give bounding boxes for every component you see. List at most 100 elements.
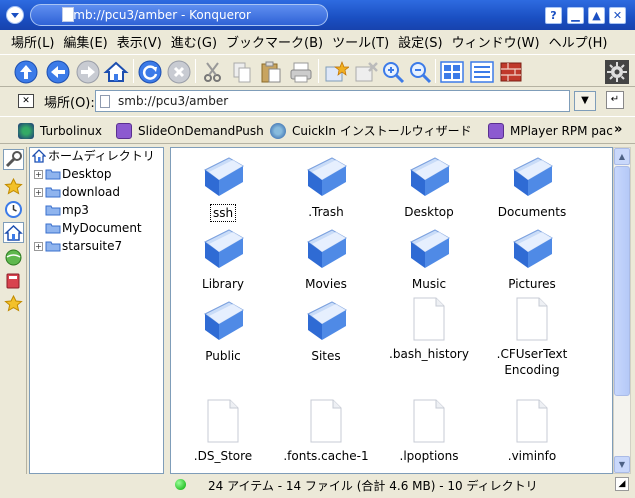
folder-item[interactable]: Pictures <box>482 224 582 292</box>
bookmark-slideondemand[interactable]: SlideOnDemandPush <box>114 120 264 142</box>
bookmark-label: Turbolinux <box>40 124 102 138</box>
copy-icon[interactable] <box>229 59 255 85</box>
menu-window[interactable]: ウィンドウ(W) <box>452 32 540 51</box>
bookmark-turbolinux[interactable]: Turbolinux <box>16 120 102 142</box>
tree-item-label: starsuite7 <box>62 239 123 253</box>
item-label: Music <box>411 277 447 291</box>
menu-help[interactable]: ヘルプ(H) <box>549 32 608 51</box>
reload-icon[interactable] <box>137 59 163 85</box>
location-dropdown-button[interactable]: ▼ <box>574 91 596 111</box>
bookmark-mplayer[interactable]: MPlayer RPM pac <box>486 120 613 142</box>
go-icon[interactable]: ↵ <box>606 91 624 109</box>
folder-item[interactable]: Music <box>379 224 479 292</box>
scrollbar-thumb[interactable] <box>614 166 630 396</box>
zoom-out-icon[interactable] <box>407 59 433 85</box>
new-window-icon[interactable] <box>323 59 349 85</box>
sidebar-history-tab[interactable] <box>3 199 24 220</box>
vertical-scrollbar[interactable]: ▲ ▼ <box>613 147 631 474</box>
menu-edit[interactable]: 編集(E) <box>63 32 107 51</box>
directory-tree: ホームディレクトリ + Desktop + download mp3 MyDoc… <box>29 147 164 474</box>
file-item[interactable]: .DS_Store <box>173 398 273 464</box>
konqueror-gear-icon <box>605 60 629 84</box>
forward-arrow-icon[interactable] <box>75 59 101 85</box>
close-tab-icon[interactable] <box>353 59 379 85</box>
sidebar-tabs <box>0 147 27 474</box>
zoom-in-icon[interactable] <box>380 59 406 85</box>
folder-item[interactable]: ssh <box>173 152 273 222</box>
folder-icon <box>410 157 450 196</box>
sidebar-home-tab[interactable] <box>3 222 24 243</box>
tree-root-label: ホームディレクトリ <box>48 149 155 163</box>
folder-item[interactable]: Documents <box>482 152 582 220</box>
paste-icon[interactable] <box>258 59 284 85</box>
file-item[interactable]: .lpoptions <box>379 398 479 464</box>
minimize-button[interactable]: ▁ <box>567 7 584 24</box>
item-label: Desktop <box>404 205 454 219</box>
item-label: .Trash <box>308 205 344 219</box>
menu-go[interactable]: 進む(G) <box>171 32 217 51</box>
window-menu-icon[interactable] <box>6 6 24 24</box>
help-button[interactable]: ? <box>545 7 562 24</box>
status-text: 24 アイテム - 14 ファイル (合計 4.6 MB) - 10 ディレクト… <box>208 479 538 493</box>
back-arrow-icon[interactable] <box>45 59 71 85</box>
main-toolbar <box>0 54 635 87</box>
close-window-button[interactable]: ✕ <box>609 7 626 24</box>
sidebar-config-tab[interactable] <box>3 149 24 170</box>
menu-bookmarks[interactable]: ブックマーク(B) <box>226 32 323 51</box>
expand-icon[interactable]: + <box>34 188 43 197</box>
tree-item-starsuite7[interactable]: + starsuite7 <box>32 237 122 255</box>
location-input[interactable]: smb://pcu3/amber <box>95 90 570 112</box>
home-icon[interactable] <box>103 59 129 85</box>
tree-item-mydocument[interactable]: MyDocument <box>32 219 142 237</box>
cut-icon[interactable] <box>200 59 226 85</box>
file-item[interactable]: .CFUserTextEncoding <box>482 296 582 378</box>
stop-icon[interactable] <box>166 59 192 85</box>
location-label: 場所(O): <box>44 96 95 111</box>
folder-icon <box>307 229 347 268</box>
firewall-icon[interactable] <box>498 59 524 85</box>
tree-item-mp3[interactable]: mp3 <box>32 201 89 219</box>
clear-location-icon[interactable]: ✕ <box>18 94 34 108</box>
folder-item[interactable]: Library <box>173 224 273 292</box>
size-grip-icon[interactable]: ◢ <box>615 477 629 491</box>
folder-icon <box>410 229 450 268</box>
folder-icon <box>45 241 61 252</box>
folder-item[interactable]: Desktop <box>379 152 479 220</box>
scroll-down-icon[interactable]: ▼ <box>614 456 630 473</box>
file-item[interactable]: .bash_history <box>379 296 479 362</box>
print-icon[interactable] <box>288 59 314 85</box>
item-label: .fonts.cache-1 <box>283 449 369 463</box>
sidebar-bookmarks-tab[interactable] <box>3 176 24 197</box>
status-bar: 24 アイテム - 14 ファイル (合計 4.6 MB) - 10 ディレクト… <box>0 474 635 498</box>
menu-settings[interactable]: 設定(S) <box>398 32 442 51</box>
sidebar-favorites-tab[interactable] <box>3 293 24 314</box>
sidebar-services-tab[interactable] <box>3 270 24 291</box>
detail-view-icon[interactable] <box>469 59 495 85</box>
sidebar-network-tab[interactable] <box>3 247 24 268</box>
title-bar: smb://pcu3/amber - Konqueror ? ▁ ▲ ✕ <box>0 0 635 30</box>
item-label: Documents <box>497 205 567 219</box>
menu-location[interactable]: 場所(L) <box>11 32 54 51</box>
window-title: smb://pcu3/amber - Konqueror <box>30 4 328 26</box>
file-item[interactable]: .fonts.cache-1 <box>276 398 376 464</box>
folder-item[interactable]: Sites <box>276 296 376 364</box>
tree-item-desktop[interactable]: + Desktop <box>32 165 112 183</box>
file-item[interactable]: .viminfo <box>482 398 582 464</box>
up-arrow-icon[interactable] <box>13 59 39 85</box>
expand-icon[interactable]: + <box>34 242 43 251</box>
tree-item-download[interactable]: + download <box>32 183 120 201</box>
folder-item[interactable]: Public <box>173 296 273 364</box>
scroll-up-icon[interactable]: ▲ <box>614 148 630 165</box>
folder-item[interactable]: Movies <box>276 224 376 292</box>
menu-view[interactable]: 表示(V) <box>117 32 162 51</box>
folder-item[interactable]: .Trash <box>276 152 376 220</box>
bookmark-overflow-chevron-icon[interactable]: » <box>614 122 622 137</box>
tree-root[interactable]: ホームディレクトリ <box>32 147 155 165</box>
maximize-button[interactable]: ▲ <box>588 7 605 24</box>
expand-icon[interactable]: + <box>34 170 43 179</box>
folder-icon <box>204 157 244 196</box>
icon-view-icon[interactable] <box>439 59 465 85</box>
document-icon <box>62 7 74 22</box>
bookmark-cuickin[interactable]: CuickIn インストールウィザード <box>268 120 472 142</box>
menu-tools[interactable]: ツール(T) <box>332 32 389 51</box>
